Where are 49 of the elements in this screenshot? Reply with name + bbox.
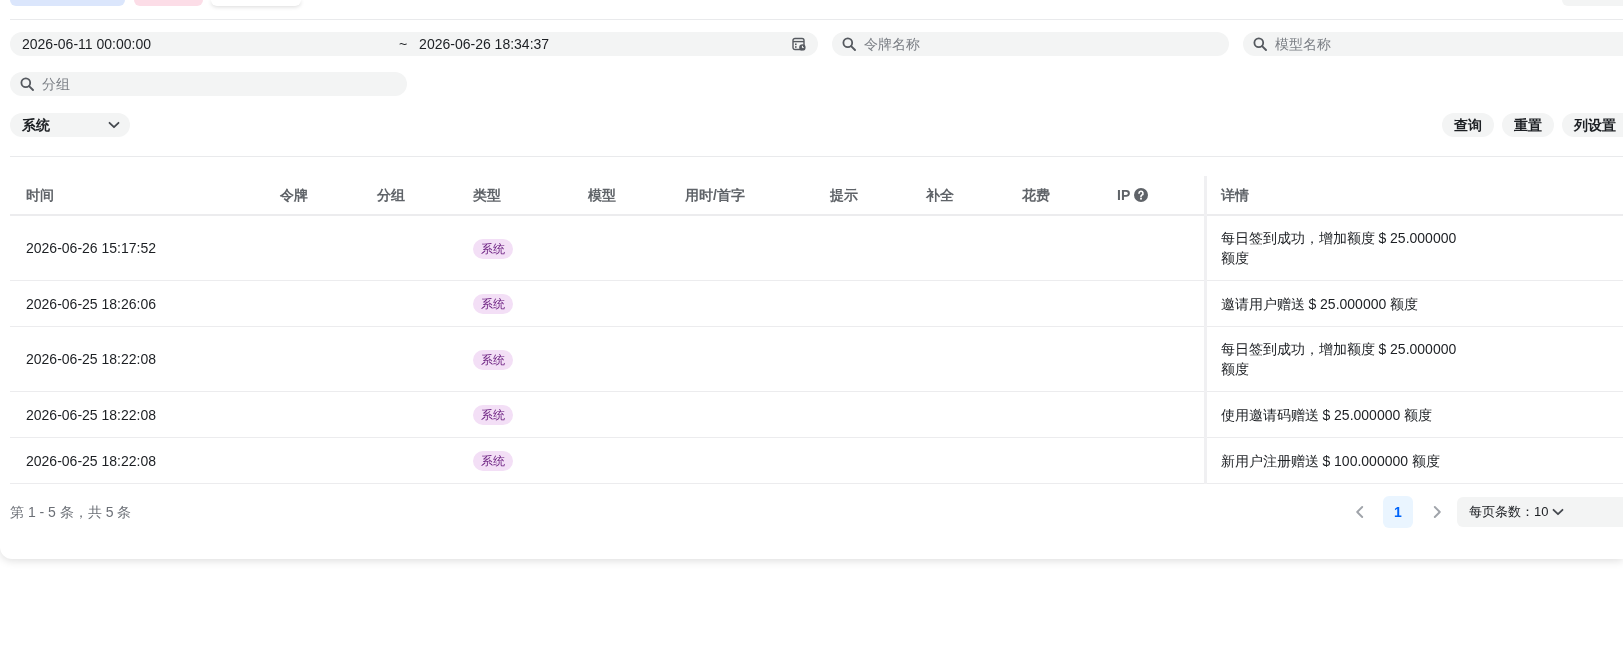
date-range-field[interactable]: 2026-06-11 00:00:00 ~ 2026-06-26 18:34:37 [10, 32, 818, 56]
column-header: 补全 [926, 187, 954, 203]
log-time: 2026-06-25 18:22:08 [26, 452, 156, 469]
query-button[interactable]: 查询 [1442, 113, 1494, 137]
log-time: 2026-06-26 15:17:52 [26, 240, 156, 256]
log-detail: 新用户注册赠送 $ 100.000000 额度 [1220, 451, 1441, 471]
log-detail: 邀请用户赠送 $ 25.000000 额度 [1220, 294, 1420, 314]
column-header: 详情 [1220, 187, 1249, 203]
reset-button[interactable]: 重置 [1502, 113, 1554, 137]
end-date-input[interactable]: 2026-06-26 18:34:37 [419, 33, 784, 55]
log-detail: 使用邀请码赠送 $ 25.000000 额度 [1220, 405, 1434, 425]
search-icon [20, 77, 34, 91]
page-size-select[interactable]: 每页条数：10 [1457, 497, 1623, 527]
toolbar-button[interactable] [10, 0, 125, 6]
start-date-input[interactable]: 2026-06-11 00:00:00 [22, 33, 387, 55]
toolbar-button[interactable] [134, 0, 203, 6]
chevron-down-icon [108, 119, 120, 131]
model-search-field[interactable]: 模型名称 [1243, 32, 1623, 56]
column-header: 令牌 [280, 187, 308, 203]
column-header: 用时/首字 [685, 187, 745, 203]
range-separator: ~ [398, 34, 408, 54]
log-time: 2026-06-25 18:22:08 [26, 406, 156, 423]
type-tag: 系统 [473, 405, 513, 425]
column-settings-button[interactable]: 列设置 [1562, 113, 1623, 137]
log-time: 2026-06-25 18:26:06 [26, 295, 156, 312]
column-header: 提示 [830, 187, 858, 203]
type-tag: 系统 [473, 451, 513, 471]
page-button[interactable]: 1 [1383, 496, 1413, 528]
log-detail: 每日签到成功，增加额度 $ 25.000000 额度 [1220, 340, 1458, 379]
type-tag: 系统 [473, 238, 513, 259]
search-icon [1253, 37, 1267, 51]
column-header: 模型 [588, 187, 616, 203]
column-header: 花费 [1022, 187, 1050, 203]
log-type-select[interactable]: 系统 [10, 113, 130, 137]
search-icon [842, 37, 856, 51]
log-time: 2026-06-25 18:22:08 [26, 351, 156, 367]
column-header: 时间 [26, 187, 54, 203]
pagination-summary: 第 1 - 5 条，共 5 条 [10, 502, 132, 522]
column-header: 类型 [473, 187, 501, 203]
column-header: IP [1117, 187, 1131, 203]
token-search-field[interactable]: 令牌名称 [832, 32, 1229, 56]
type-tag: 系统 [473, 294, 513, 314]
calendar-icon[interactable] [792, 37, 806, 51]
column-header: 分组 [377, 187, 405, 203]
type-tag: 系统 [473, 349, 513, 370]
log-detail: 每日签到成功，增加额度 $ 25.000000 额度 [1220, 229, 1458, 268]
chevron-down-icon [1552, 506, 1565, 518]
help-icon[interactable] [1134, 188, 1149, 202]
group-search-field[interactable]: 分组 [10, 72, 407, 96]
